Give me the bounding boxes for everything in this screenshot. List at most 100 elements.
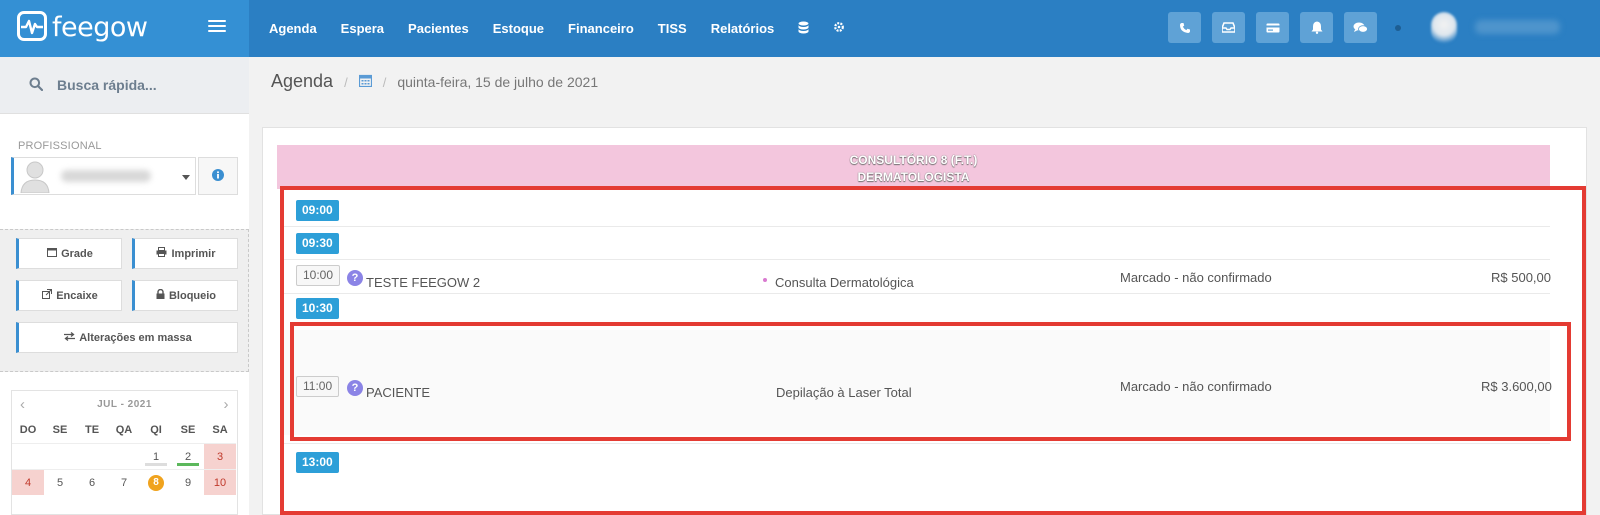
breadcrumb-separator: / [382,75,387,90]
top-navbar: feegow Agenda Espera Pacientes Estoque F… [0,0,1600,57]
calendar-day[interactable]: 5 [44,469,76,495]
appointment-value: R$ 3.600,00 [1481,379,1552,394]
calendar-day[interactable]: 1 [140,443,172,469]
bulk-changes-button[interactable]: Alterações em massa [16,322,238,353]
calendar-icon[interactable] [358,74,372,90]
dow-label: SA [212,424,228,436]
dow-label: QA [115,424,133,436]
inbox-icon[interactable] [1212,12,1245,43]
external-link-icon [42,289,53,302]
brand-area: feegow [0,0,249,57]
day-number: 1 [152,450,160,463]
calendar-day[interactable]: 2 [172,443,204,469]
row-divider [280,443,1550,444]
dow-label: TE [84,424,100,436]
info-button[interactable] [198,157,238,195]
day-number: 5 [56,476,64,489]
info-icon [212,168,224,184]
nav-relatorios[interactable]: Relatórios [711,21,775,36]
online-status-icon [1395,25,1401,31]
bell-icon[interactable] [1300,12,1333,43]
quick-search[interactable]: Busca rápida... [0,57,249,114]
day-number: 7 [120,476,128,489]
calendar-day-saturday[interactable]: 3 [204,443,236,469]
exchange-icon [64,331,76,344]
appointment-value: R$ 500,00 [1491,270,1551,285]
nav-financeiro[interactable]: Financeiro [568,21,634,36]
lock-icon [156,288,165,302]
calendar-day[interactable]: 6 [76,469,108,495]
bloqueio-label: Bloqueio [168,289,217,302]
time-slot-free[interactable]: 13:00 [296,452,339,473]
row-divider [280,293,1550,294]
print-button[interactable]: Imprimir [132,238,238,269]
default-avatar-icon [19,159,51,194]
chevron-left-icon[interactable]: ‹ [20,396,26,413]
calendar-icon [47,247,58,260]
calendar-day-saturday[interactable]: 10 [204,469,236,495]
brand-name[interactable]: feegow [52,12,148,43]
search-input[interactable]: Busca rápida... [57,77,157,93]
bloqueio-button[interactable]: Bloqueio [132,280,238,311]
day-occupancy-bar [145,463,167,466]
time-slot-free[interactable]: 10:30 [296,298,339,319]
room-header: CONSULTÓRIO 8 (F.T.) DERMATOLOGISTA [277,145,1550,189]
encaixe-button[interactable]: Encaixe [16,280,122,311]
chevron-right-icon[interactable]: › [224,396,230,413]
print-label: Imprimir [171,247,216,260]
calendar-day-sunday[interactable]: 4 [12,469,44,495]
row-divider [280,226,1550,227]
main-nav: Agenda Espera Pacientes Estoque Financei… [257,0,857,57]
print-icon [156,247,167,260]
nav-tiss[interactable]: TISS [658,21,687,36]
nav-pacientes[interactable]: Pacientes [408,21,469,36]
grade-label: Grade [61,247,93,260]
user-avatar[interactable] [1431,12,1457,44]
day-number: 3 [216,450,224,463]
grade-button[interactable]: Grade [16,238,122,269]
nav-agenda[interactable]: Agenda [269,21,317,36]
page-title[interactable]: Agenda [271,71,333,92]
time-slot-free[interactable]: 09:30 [296,233,339,254]
professional-select[interactable] [11,157,196,195]
patient-name[interactable]: TESTE FEEGOW 2 [366,275,480,290]
calendar-day[interactable]: 9 [172,469,204,495]
menu-toggle-icon[interactable] [208,20,226,34]
agenda-tools: Grade Imprimir Encaixe Bloqueio Alteraçõ… [0,229,249,372]
procedure-name: Consulta Dermatológica [775,275,914,290]
unconfirmed-question-icon[interactable]: ? [347,380,363,396]
time-slot-booked[interactable]: 10:00 [296,265,341,286]
nav-estoque[interactable]: Estoque [493,21,544,36]
appointment-row[interactable]: 10:00 ? TESTE FEEGOW 2 Consulta Dermatol… [280,260,1551,293]
chat-icon[interactable] [1344,12,1377,43]
nav-espera[interactable]: Espera [341,21,384,36]
calendar-grid: DO SE TE QA QI SE SA 1 2 3 4 5 6 7 8 9 1… [12,417,237,495]
calendar-day-empty [44,443,76,469]
bulk-changes-label: Alterações em massa [79,331,192,344]
appointment-row[interactable]: 11:00 ? PACIENTE Depilação à Laser Total… [280,330,1552,435]
today-badge: 8 [148,474,164,491]
calendar-header: ‹ JUL - 2021 › [12,391,237,417]
mini-calendar: ‹ JUL - 2021 › DO SE TE QA QI SE SA 1 2 … [11,390,238,515]
calendar-month[interactable]: JUL - 2021 [97,399,152,410]
phone-icon[interactable] [1168,12,1201,43]
user-name-redacted[interactable] [1475,20,1560,34]
procedure-color-dot-icon [763,278,767,282]
patient-name[interactable]: PACIENTE [366,385,430,400]
gear-icon[interactable] [833,21,845,36]
day-number: 2 [184,450,192,463]
day-number: 10 [213,476,227,489]
dow-label: QI [150,424,162,436]
calendar-day[interactable]: 7 [108,469,140,495]
unconfirmed-question-icon[interactable]: ? [347,270,363,286]
caret-down-icon[interactable] [182,175,190,180]
calendar-day-today[interactable]: 8 [140,469,172,495]
card-icon[interactable] [1256,12,1289,43]
feegow-logo-icon[interactable] [17,11,47,41]
breadcrumb: Agenda / / quinta-feira, 15 de julho de … [271,71,598,92]
appointment-status: Marcado - não confirmado [1120,270,1272,285]
time-slot-free[interactable]: 09:00 [296,200,339,221]
database-icon[interactable] [798,21,809,37]
day-number: 9 [184,476,192,489]
time-slot-booked[interactable]: 11:00 [296,376,340,397]
